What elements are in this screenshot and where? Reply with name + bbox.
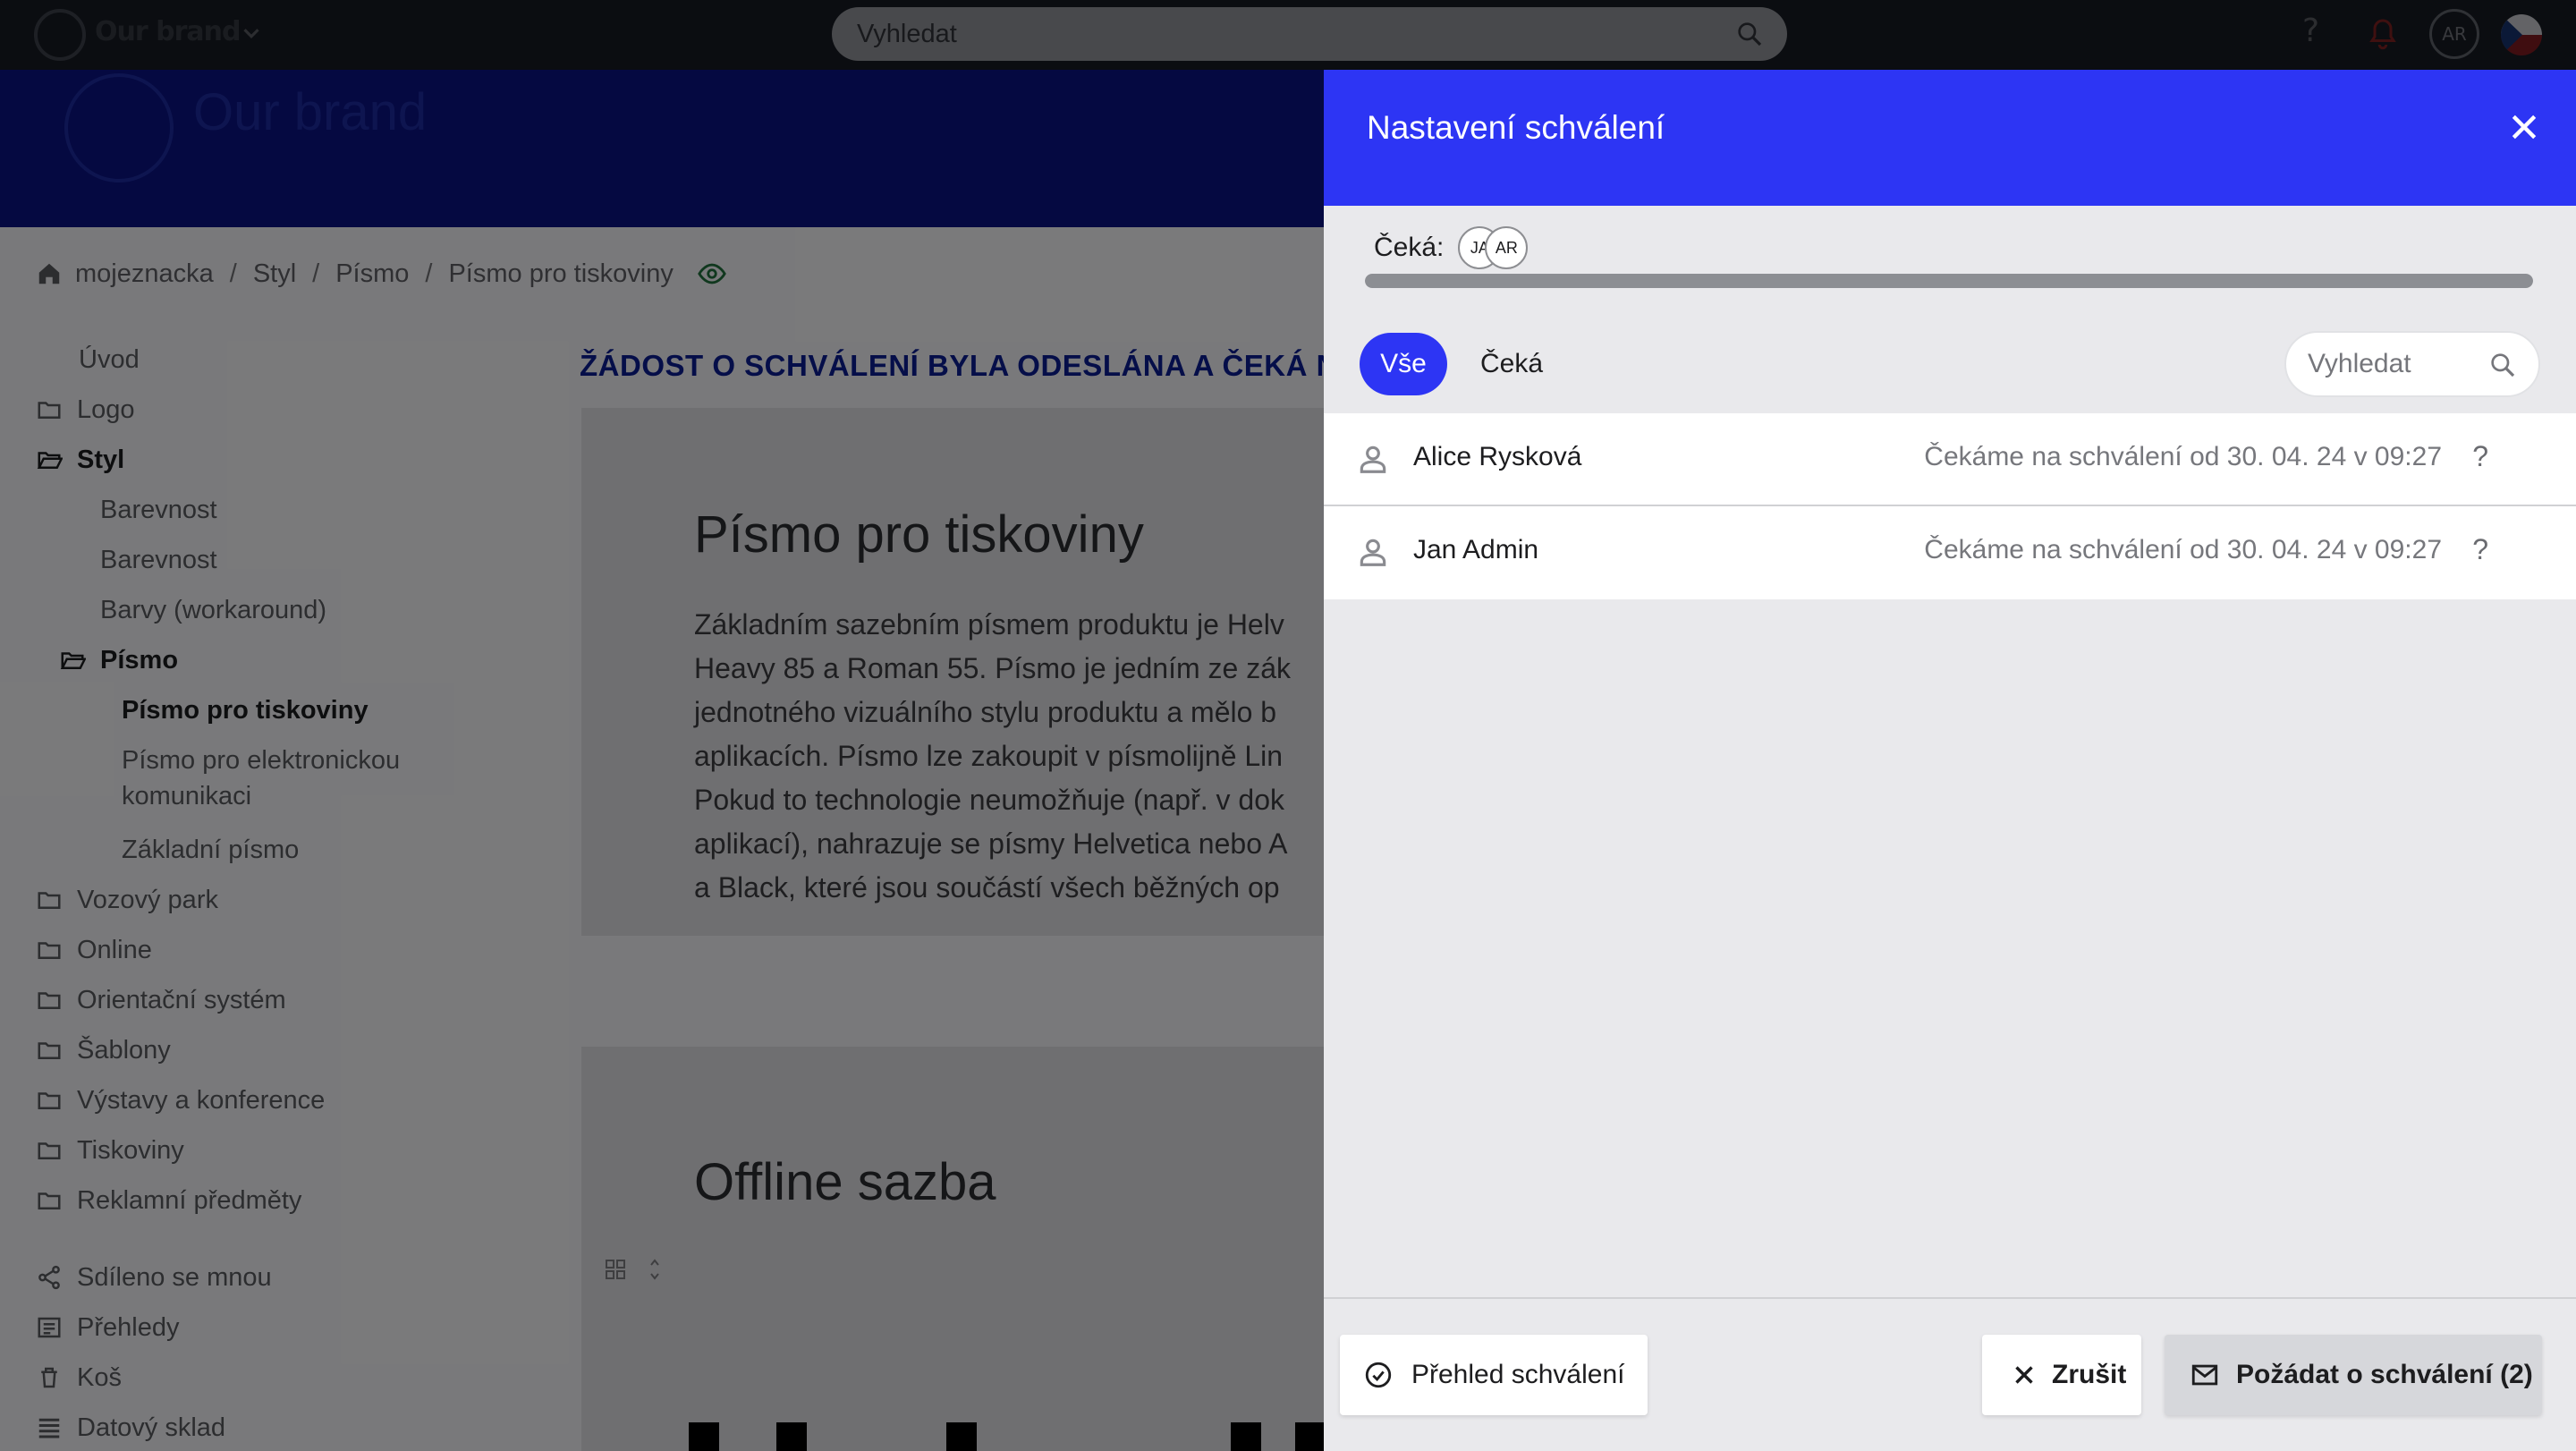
approver-status: Čekáme na schválení od 30. 04. 24 v 09:2… bbox=[1924, 535, 2442, 564]
check-circle-icon bbox=[1365, 1362, 1392, 1388]
waiting-label: Čeká: bbox=[1374, 233, 1445, 262]
approval-progress-bar bbox=[1365, 274, 2533, 288]
request-approval-label: Požádat o schválení (2) bbox=[2236, 1360, 2533, 1389]
approval-settings-drawer: Nastavení schválení Čeká: JA AR Vše Čeká… bbox=[1324, 70, 2576, 1451]
approver-search-input[interactable] bbox=[2308, 333, 2487, 395]
cancel-button[interactable]: Zrušit bbox=[1982, 1335, 2141, 1415]
close-icon bbox=[2015, 1366, 2033, 1384]
cancel-label: Zrušit bbox=[2052, 1360, 2127, 1389]
drawer-header: Nastavení schválení bbox=[1324, 70, 2576, 206]
search-icon[interactable] bbox=[2488, 351, 2517, 379]
approval-overview-label: Přehled schválení bbox=[1411, 1360, 1625, 1389]
approver-row[interactable]: Jan Admin Čekáme na schválení od 30. 04.… bbox=[1324, 506, 2576, 599]
tab-all[interactable]: Vše bbox=[1360, 333, 1447, 395]
approval-progress-fill bbox=[1365, 274, 2533, 288]
help-icon[interactable]: ? bbox=[2472, 533, 2488, 566]
approver-status: Čekáme na schválení od 30. 04. 24 v 09:2… bbox=[1924, 442, 2442, 471]
approver-row[interactable]: Alice Rysková Čekáme na schválení od 30.… bbox=[1324, 413, 2576, 506]
approver-name: Jan Admin bbox=[1413, 535, 1539, 564]
approval-overview-button[interactable]: Přehled schválení bbox=[1340, 1335, 1648, 1415]
approver-list: Alice Rysková Čekáme na schválení od 30.… bbox=[1324, 413, 2576, 599]
avatar[interactable]: AR bbox=[1485, 226, 1529, 269]
person-icon bbox=[1360, 539, 1386, 566]
mail-icon bbox=[2191, 1364, 2218, 1386]
close-icon[interactable] bbox=[2506, 109, 2542, 145]
waiting-summary: Čeká: JA AR bbox=[1374, 224, 1529, 272]
drawer-footer-divider bbox=[1324, 1297, 2576, 1299]
approver-name: Alice Rysková bbox=[1413, 442, 1582, 471]
tab-waiting[interactable]: Čeká bbox=[1467, 333, 1556, 395]
approver-search[interactable] bbox=[2284, 331, 2540, 397]
drawer-title: Nastavení schválení bbox=[1367, 109, 1665, 146]
help-icon[interactable]: ? bbox=[2472, 440, 2488, 473]
person-icon bbox=[1360, 445, 1386, 473]
request-approval-button[interactable]: Požádat o schválení (2) bbox=[2165, 1335, 2542, 1415]
